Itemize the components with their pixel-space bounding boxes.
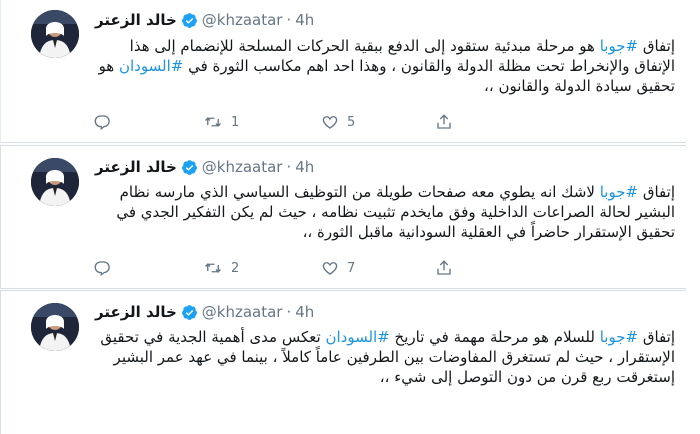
retweet-count: 2 [231, 260, 240, 276]
hashtag-link[interactable]: #جوبا [600, 183, 638, 201]
reply-button[interactable] [93, 113, 119, 131]
author-name[interactable]: خالد الزعتر [95, 158, 177, 176]
tweet-feed: خالد الزعتر @khzaatar · 4h إتفاق #جوبا ه… [0, 0, 700, 434]
tweet-header: خالد الزعتر @khzaatar · 4h [95, 157, 314, 177]
text-segment: للسلام هو مرحلة مهمة في تاريخ [389, 328, 600, 346]
author-name[interactable]: خالد الزعتر [95, 11, 177, 29]
author-handle[interactable]: @khzaatar [202, 158, 283, 176]
reply-button[interactable] [93, 259, 119, 277]
share-icon [435, 113, 453, 131]
text-segment: هو مرحلة مبدئية ستقود إلى الدفع ببقية ال… [129, 37, 675, 75]
hashtag-link[interactable]: #جوبا [600, 328, 638, 346]
timestamp[interactable]: 4h [295, 303, 314, 321]
retweet-button[interactable]: 1 [203, 113, 239, 131]
text-segment: إتفاق [638, 328, 675, 346]
avatar-photo-icon [31, 303, 79, 351]
tweet-header: خالد الزعتر @khzaatar · 4h [95, 302, 314, 322]
verified-badge-icon [181, 159, 198, 176]
timestamp[interactable]: 4h [295, 158, 314, 176]
tweet-text: إتفاق #جوبا هو مرحلة مبدئية ستقود إلى ال… [93, 36, 675, 96]
share-button[interactable] [435, 113, 453, 131]
retweet-icon [203, 113, 223, 131]
tweet-actions: 1 5 [93, 113, 593, 133]
avatar-photo-icon [31, 158, 79, 206]
text-segment: لاشك انه يطوي معه صفحات طويلة من التوظيف… [116, 183, 675, 241]
author-handle[interactable]: @khzaatar [202, 303, 283, 321]
reply-icon [93, 259, 111, 277]
retweet-icon [203, 259, 223, 277]
avatar[interactable] [31, 158, 79, 206]
avatar[interactable] [31, 303, 79, 351]
tweet[interactable]: خالد الزعتر @khzaatar · 4h إتفاق #جوبا ل… [0, 290, 687, 434]
timestamp[interactable]: 4h [295, 11, 314, 29]
share-icon [435, 259, 453, 277]
tweet-text: إتفاق #جوبا لاشك انه يطوي معه صفحات طويل… [93, 182, 675, 242]
tweet-header: خالد الزعتر @khzaatar · 4h [95, 10, 314, 30]
like-button[interactable]: 5 [321, 113, 355, 131]
author-name[interactable]: خالد الزعتر [95, 303, 177, 321]
avatar[interactable] [31, 10, 79, 58]
text-segment: إتفاق [638, 183, 675, 201]
retweet-button[interactable]: 2 [203, 259, 239, 277]
tweet-text: إتفاق #جوبا للسلام هو مرحلة مهمة في تاري… [93, 327, 675, 387]
share-button[interactable] [435, 259, 453, 277]
author-handle[interactable]: @khzaatar [202, 11, 283, 29]
separator-dot: · [286, 158, 292, 176]
verified-badge-icon [181, 304, 198, 321]
hashtag-link[interactable]: #جوبا [600, 37, 638, 55]
avatar-photo-icon [31, 10, 79, 58]
verified-badge-icon [181, 12, 198, 29]
tweet[interactable]: خالد الزعتر @khzaatar · 4h إتفاق #جوبا ه… [0, 0, 687, 143]
reply-icon [93, 113, 111, 131]
like-button[interactable]: 7 [321, 259, 355, 277]
hashtag-link[interactable]: #السودان [119, 57, 183, 75]
tweet[interactable]: خالد الزعتر @khzaatar · 4h إتفاق #جوبا ل… [0, 145, 687, 289]
separator-dot: · [286, 303, 292, 321]
feed-edge [686, 0, 700, 433]
heart-icon [321, 259, 339, 277]
retweet-count: 1 [231, 114, 240, 130]
like-count: 7 [347, 260, 356, 276]
tweet-actions: 2 7 [93, 259, 593, 279]
hashtag-link[interactable]: #السودان [325, 328, 389, 346]
heart-icon [321, 113, 339, 131]
like-count: 5 [347, 114, 356, 130]
separator-dot: · [286, 11, 292, 29]
text-segment: إتفاق [638, 37, 675, 55]
